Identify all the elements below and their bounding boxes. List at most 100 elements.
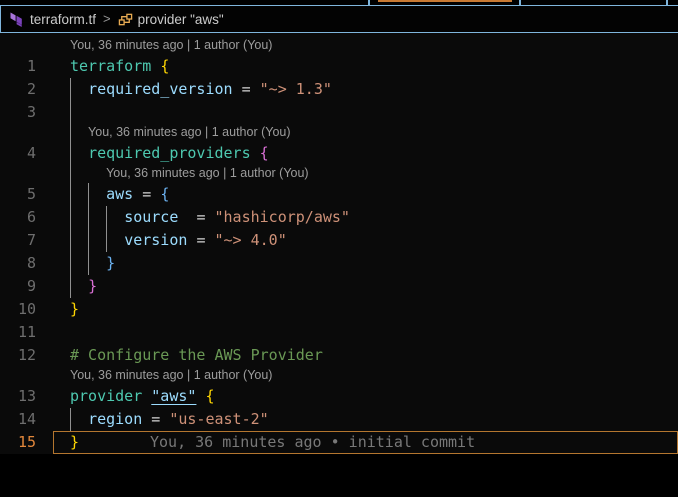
line-number: 1 — [26, 57, 36, 75]
gitlens-codelens[interactable]: You, 36 minutes ago | 1 author (You) — [70, 37, 272, 54]
token: { — [160, 185, 170, 203]
code-line: 4 required_providers { — [0, 142, 678, 165]
line-number — [0, 165, 53, 183]
line-content[interactable]: # Configure the AWS Provider — [53, 344, 678, 367]
token: } — [70, 300, 80, 318]
line-number: 7 — [26, 231, 36, 249]
chevron-right-icon: > — [103, 10, 111, 26]
indent-guide — [70, 78, 71, 101]
breadcrumb-symbol-label: provider "aws" — [137, 11, 224, 27]
code-line: 13 provider "aws" { — [0, 385, 678, 408]
line-number: 13 — [17, 387, 36, 405]
line-content[interactable]: } You, 36 minutes ago • initial commit — [53, 431, 678, 454]
indent-guide — [70, 275, 71, 298]
code-line: 3 — [0, 101, 678, 124]
indent-guide — [70, 252, 71, 275]
indent-guide — [70, 229, 71, 252]
indent-guide — [70, 183, 71, 206]
breadcrumb-file-label: terraform.tf — [30, 11, 97, 27]
indent-guide — [70, 101, 71, 124]
line-content[interactable]: You, 36 minutes ago | 1 author (You) — [53, 165, 678, 183]
code-line: 12 # Configure the AWS Provider — [0, 344, 678, 367]
token: provider — [70, 387, 143, 405]
indent-guide — [88, 252, 90, 275]
code-line: 10} — [0, 298, 678, 321]
indent-guide — [70, 206, 71, 229]
token: } — [88, 277, 98, 295]
line-content[interactable]: required_version = "~> 1.3" — [53, 78, 678, 101]
line-number: 10 — [17, 300, 36, 318]
line-content[interactable]: } — [53, 298, 678, 321]
token: "us-east-2" — [169, 410, 269, 428]
indent-guide — [106, 229, 108, 252]
code-line: 15} You, 36 minutes ago • initial commit — [0, 431, 678, 454]
line-number — [0, 37, 53, 55]
line-number: 12 — [17, 346, 36, 364]
token: required_version — [88, 80, 233, 98]
code-line: 6 source = "hashicorp/aws" — [0, 206, 678, 229]
line-content[interactable]: terraform { — [53, 55, 678, 78]
line-content[interactable] — [53, 101, 678, 124]
line-content[interactable]: region = "us-east-2" — [53, 408, 678, 431]
line-content[interactable]: } — [53, 252, 678, 275]
indent-guide — [106, 206, 108, 229]
line-number: 9 — [26, 277, 36, 295]
indent-guide — [70, 142, 71, 165]
token: = — [151, 410, 161, 428]
line-number: 8 — [26, 254, 36, 272]
line-content[interactable]: provider "aws" { — [53, 385, 678, 408]
token: aws — [106, 185, 134, 203]
line-number: 15 — [17, 433, 36, 451]
line-content[interactable]: You, 36 minutes ago | 1 author (You) — [53, 367, 678, 385]
line-content[interactable]: required_providers { — [53, 142, 678, 165]
line-number: 2 — [26, 80, 36, 98]
code-line: 1 terraform { — [0, 55, 678, 78]
code-editor: You, 36 minutes ago | 1 author (You) 1 ter… — [0, 33, 678, 454]
code-line: 2 required_version = "~> 1.3" — [0, 78, 678, 101]
line-content[interactable]: source = "hashicorp/aws" — [53, 206, 678, 229]
line-content[interactable] — [53, 321, 678, 344]
symbol-field-icon — [118, 13, 132, 25]
token: } — [106, 254, 116, 272]
line-content[interactable]: aws = { — [53, 183, 678, 206]
vscode-editor-window: terraform.tf > provider "aws" You, 36 mi… — [0, 0, 678, 497]
token: } — [70, 433, 80, 451]
token: required_providers — [88, 144, 251, 162]
token: # Configure the AWS Provider — [70, 346, 323, 364]
indent-guide — [70, 124, 71, 142]
gitlens-blame[interactable]: You, 36 minutes ago • initial commit — [150, 431, 475, 454]
gitlens-codelens[interactable]: You, 36 minutes ago | 1 author (You) — [70, 367, 272, 384]
breadcrumb: terraform.tf > provider "aws" — [0, 5, 678, 33]
line-number: 5 — [26, 185, 36, 203]
codelens-row: You, 36 minutes ago | 1 author (You) — [0, 37, 678, 55]
breadcrumb-item-file[interactable]: terraform.tf — [9, 11, 96, 27]
line-content[interactable]: You, 36 minutes ago | 1 author (You) — [53, 37, 678, 55]
line-content[interactable]: version = "~> 4.0" — [53, 229, 678, 252]
code-line: 5 aws = { — [0, 183, 678, 206]
tab-modified-indicator-fragment — [378, 0, 512, 2]
code-line: 7 version = "~> 4.0" — [0, 229, 678, 252]
line-content[interactable]: You, 36 minutes ago | 1 author (You) — [53, 124, 678, 142]
token: region — [88, 410, 143, 428]
token: = — [142, 185, 152, 203]
gitlens-codelens[interactable]: You, 36 minutes ago | 1 author (You) — [106, 165, 308, 182]
line-number: 4 — [26, 144, 36, 162]
indent-guide — [88, 206, 90, 229]
breadcrumb-item-symbol[interactable]: provider "aws" — [118, 12, 224, 27]
line-content[interactable]: } — [53, 275, 678, 298]
gitlens-codelens[interactable]: You, 36 minutes ago | 1 author (You) — [88, 124, 290, 141]
